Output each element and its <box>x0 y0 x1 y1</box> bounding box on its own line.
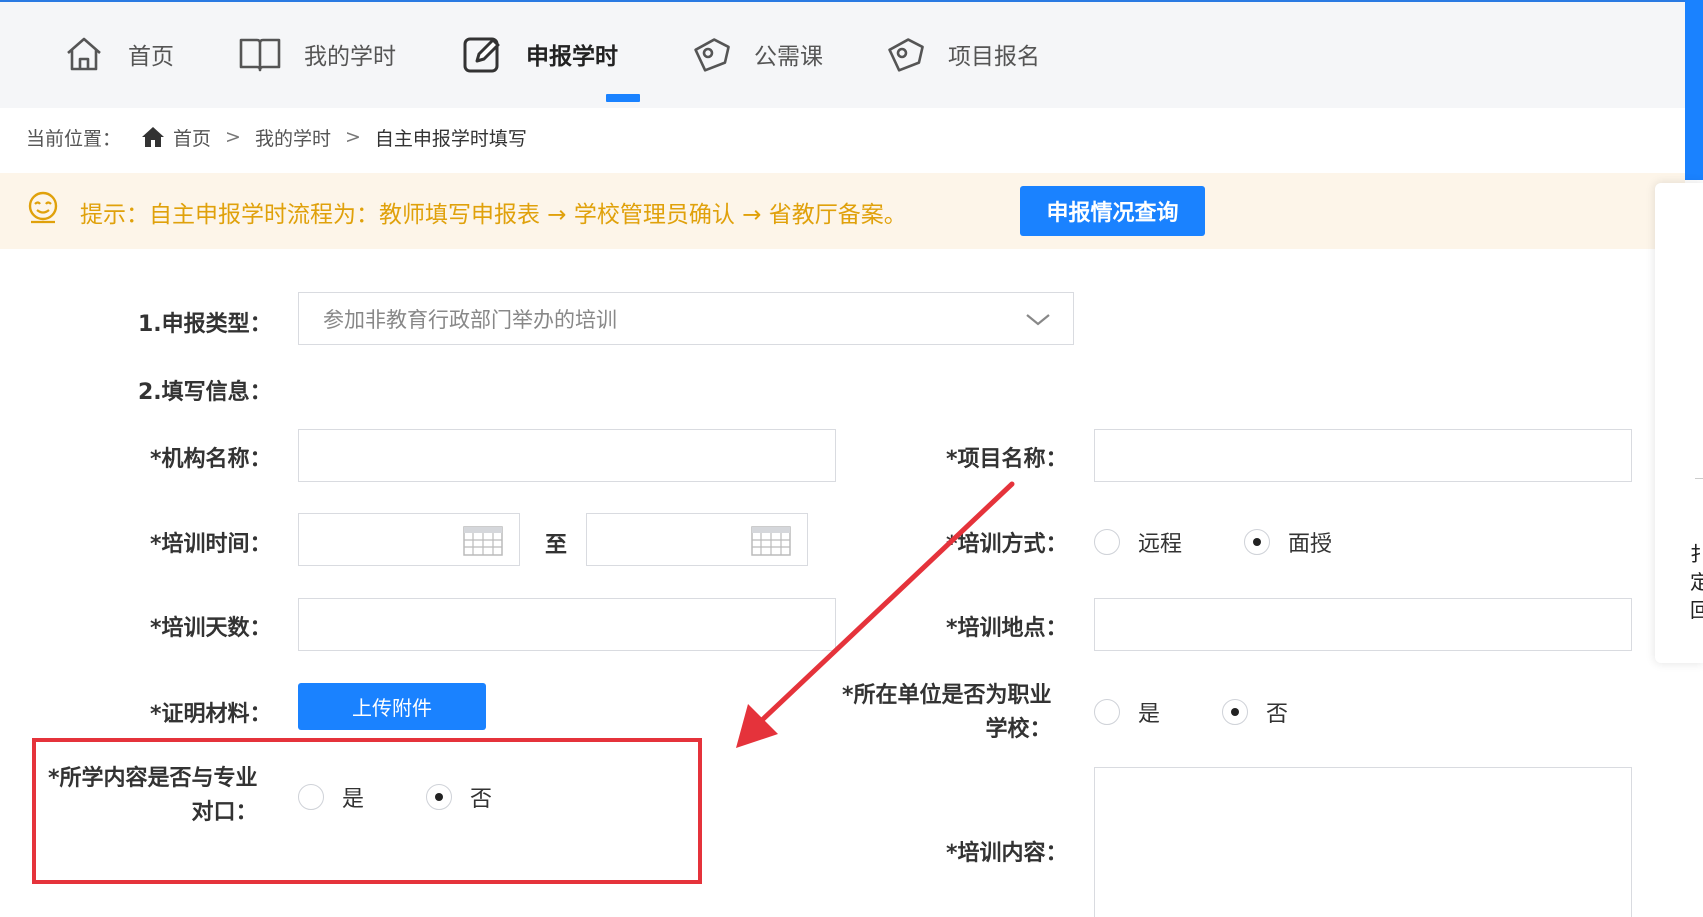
tip-banner: 提示：自主申报学时流程为：教师填写申报表 → 学校管理员确认 → 省教厅备案。 <box>0 173 1685 249</box>
right-accent-strip <box>1685 0 1703 180</box>
upload-attachment-button[interactable]: 上传附件 <box>298 683 486 730</box>
nav-label: 项目报名 <box>948 44 1040 70</box>
radio-circle <box>1094 699 1120 725</box>
declare-type-label: 1.申报类型： <box>138 312 272 337</box>
vocational-label-line2: 学校： <box>985 717 1052 742</box>
nav-label: 首页 <box>128 44 174 70</box>
side-panel-char: 扌 <box>1690 542 1703 566</box>
project-name-label: *项目名称： <box>946 447 1068 472</box>
train-mode-radio-group: 远程 面授 <box>1094 526 1332 558</box>
train-content-textarea[interactable] <box>1094 767 1632 917</box>
vocational-radio-group: 是 否 <box>1094 696 1288 728</box>
project-name-input[interactable] <box>1094 429 1632 482</box>
side-panel-char: 定 <box>1690 570 1703 594</box>
nav-item-public-course[interactable]: 公需课 <box>688 30 823 78</box>
nav-label: 公需课 <box>754 44 823 70</box>
train-days-input[interactable] <box>298 598 836 651</box>
radio-circle <box>1094 529 1120 555</box>
annotation-highlight-box <box>32 738 702 884</box>
radio-label: 面授 <box>1288 532 1333 557</box>
radio-label: 否 <box>1266 702 1289 727</box>
home-icon <box>62 32 106 76</box>
org-name-input[interactable] <box>298 429 836 482</box>
train-time-label: *培训时间： <box>150 532 272 557</box>
nav-item-home[interactable]: 首页 <box>62 30 174 78</box>
edit-icon <box>460 32 504 76</box>
chevron-down-icon <box>1025 309 1051 334</box>
org-name-label: *机构名称： <box>150 447 272 472</box>
tip-text: 提示：自主申报学时流程为：教师填写申报表 → 学校管理员确认 → 省教厅备案。 <box>80 202 907 228</box>
declare-status-query-button[interactable]: 申报情况查询 <box>1020 186 1205 236</box>
active-tab-indicator <box>606 94 640 102</box>
top-nav: 首页 我的学时 申报学时 公需课 项目报名 <box>0 0 1685 108</box>
tag-icon <box>882 32 926 76</box>
vocational-yes-radio[interactable]: 是 <box>1094 696 1160 728</box>
book-icon <box>238 32 282 76</box>
radio-label: 是 <box>1138 702 1161 727</box>
radio-circle-selected <box>1244 529 1271 555</box>
nav-item-declare-hours[interactable]: 申报学时 <box>460 30 618 78</box>
calendar-icon <box>751 526 791 560</box>
home-icon <box>141 126 165 148</box>
train-mode-onsite-radio[interactable]: 面授 <box>1244 526 1332 558</box>
breadcrumb-link-home[interactable]: 首页 <box>173 124 211 151</box>
nav-item-project-signup[interactable]: 项目报名 <box>882 30 1040 78</box>
date-range-to-label: 至 <box>545 533 568 558</box>
nav-label: 申报学时 <box>526 44 618 70</box>
breadcrumb-separator: > <box>225 126 241 148</box>
tag-icon <box>688 32 732 76</box>
train-place-label: *培训地点： <box>946 616 1068 641</box>
train-days-label: *培训天数： <box>150 616 272 641</box>
train-start-date-input[interactable] <box>298 513 520 566</box>
vocational-label-line1: *所在单位是否为职业 <box>842 683 1052 708</box>
fill-info-label: 2.填写信息： <box>138 380 272 405</box>
train-end-date-input[interactable] <box>586 513 808 566</box>
nav-item-my-hours[interactable]: 我的学时 <box>238 30 396 78</box>
side-panel-char: 回 <box>1690 598 1703 622</box>
breadcrumb: 当前位置： 首页 > 我的学时 > 自主申报学时填写 <box>26 124 527 150</box>
nav-label: 我的学时 <box>304 44 396 70</box>
breadcrumb-current: 自主申报学时填写 <box>374 127 527 150</box>
breadcrumb-prefix: 当前位置： <box>26 127 122 150</box>
radio-circle-selected <box>1222 699 1249 725</box>
declare-type-value: 参加非教育行政部门举办的培训 <box>323 307 617 332</box>
train-mode-remote-radio[interactable]: 远程 <box>1094 526 1182 558</box>
side-panel-divider <box>1695 478 1703 479</box>
calendar-icon <box>463 526 503 560</box>
train-content-label: *培训内容： <box>946 841 1068 866</box>
vocational-no-radio[interactable]: 否 <box>1222 696 1288 728</box>
vocational-school-label: *所在单位是否为职业 学校： <box>842 679 1052 747</box>
declare-type-select[interactable]: 参加非教育行政部门举办的培训 <box>298 292 1074 345</box>
train-place-input[interactable] <box>1094 598 1632 651</box>
train-mode-label: *培训方式： <box>946 532 1068 557</box>
smile-icon <box>26 191 60 229</box>
breadcrumb-link-my-hours[interactable]: 我的学时 <box>255 124 331 151</box>
proof-material-label: *证明材料： <box>150 702 272 727</box>
side-panel-text: 扌 定 回 <box>1690 540 1703 624</box>
breadcrumb-separator: > <box>344 126 361 148</box>
radio-label: 远程 <box>1138 532 1183 557</box>
